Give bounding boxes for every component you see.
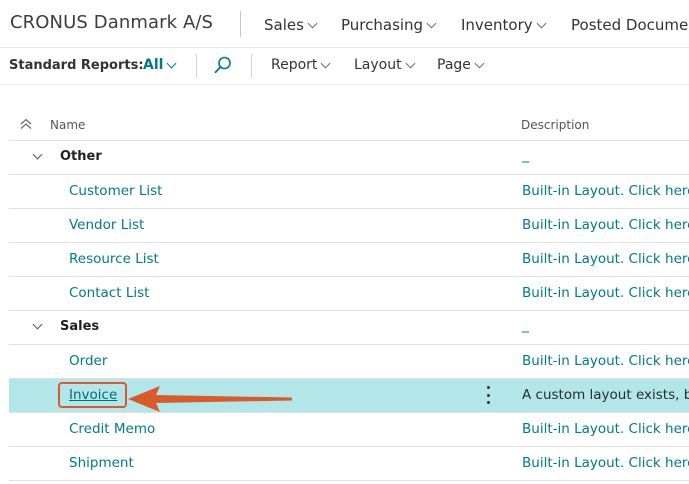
group-row-other[interactable]: Other _ bbox=[9, 141, 689, 175]
report-description[interactable]: Built-in Layout. Click here to bbox=[522, 455, 689, 471]
report-name-link[interactable]: Resource List bbox=[69, 251, 159, 267]
chevron-down-icon bbox=[474, 58, 485, 68]
company-name[interactable]: CRONUS Danmark A/S bbox=[10, 12, 213, 33]
report-menu[interactable]: Report bbox=[271, 57, 331, 73]
nav-sales[interactable]: Sales bbox=[264, 16, 318, 34]
search-icon[interactable] bbox=[213, 55, 233, 75]
group-row-sales[interactable]: Sales _ bbox=[9, 311, 689, 345]
page-title: Standard Reports: bbox=[9, 58, 144, 73]
report-name-link[interactable]: Customer List bbox=[69, 183, 162, 199]
group-description: _ bbox=[522, 317, 529, 333]
toolbar-divider bbox=[251, 54, 252, 78]
chevron-down-icon bbox=[536, 18, 547, 28]
nav-inventory[interactable]: Inventory bbox=[461, 16, 547, 34]
report-description[interactable]: Built-in Layout. Click here to bbox=[522, 421, 689, 437]
view-filter-dropdown[interactable]: All bbox=[143, 57, 177, 73]
chevron-down-icon[interactable] bbox=[32, 149, 43, 160]
report-menu-label: Report bbox=[271, 57, 318, 73]
view-filter-label: All bbox=[143, 57, 164, 73]
column-header-name[interactable]: Name bbox=[50, 118, 85, 132]
layout-menu[interactable]: Layout bbox=[354, 57, 416, 73]
page-menu[interactable]: Page bbox=[437, 57, 485, 73]
report-description[interactable]: Built-in Layout. Click here to bbox=[522, 251, 689, 267]
chevron-down-icon bbox=[166, 58, 177, 68]
collapse-all-icon[interactable] bbox=[19, 117, 33, 131]
group-description: _ bbox=[522, 147, 529, 163]
chevron-down-icon bbox=[426, 18, 437, 28]
report-description[interactable]: Built-in Layout. Click here to bbox=[522, 353, 689, 369]
group-name: Other bbox=[60, 149, 102, 164]
report-description[interactable]: Built-in Layout. Click here to bbox=[522, 285, 689, 301]
callout-highlight-box bbox=[58, 382, 127, 408]
report-name-link[interactable]: Contact List bbox=[69, 285, 149, 301]
table-row[interactable]: Shipment Built-in Layout. Click here to bbox=[9, 447, 689, 481]
report-description[interactable]: A custom layout exists, but bbox=[522, 387, 689, 403]
page-menu-label: Page bbox=[437, 57, 471, 73]
report-description[interactable]: Built-in Layout. Click here to bbox=[522, 217, 689, 233]
report-name-link[interactable]: Credit Memo bbox=[69, 421, 155, 437]
column-header-description[interactable]: Description bbox=[521, 118, 589, 132]
chevron-down-icon bbox=[405, 58, 416, 68]
nav-label: Posted Documen bbox=[571, 16, 689, 34]
more-vertical-icon[interactable] bbox=[485, 386, 491, 404]
nav-label: Inventory bbox=[461, 16, 533, 34]
table-row[interactable]: Order Built-in Layout. Click here to bbox=[9, 345, 689, 379]
top-navigation-bar: CRONUS Danmark A/S Sales Purchasing Inve… bbox=[0, 0, 689, 48]
arrow-left-icon bbox=[128, 386, 292, 412]
table-row[interactable]: Customer List Built-in Layout. Click her… bbox=[9, 175, 689, 209]
toolbar-divider bbox=[196, 54, 197, 78]
report-name-link[interactable]: Order bbox=[69, 353, 107, 369]
table-row[interactable]: Vendor List Built-in Layout. Click here … bbox=[9, 209, 689, 243]
report-name-link[interactable]: Vendor List bbox=[69, 217, 144, 233]
report-name-link[interactable]: Shipment bbox=[69, 455, 134, 471]
nav-label: Sales bbox=[264, 16, 304, 34]
chevron-down-icon[interactable] bbox=[32, 319, 43, 330]
nav-purchasing[interactable]: Purchasing bbox=[341, 16, 437, 34]
action-toolbar: Standard Reports: All Report Layout Page bbox=[0, 48, 689, 85]
group-name: Sales bbox=[60, 319, 100, 334]
nav-posted-documents[interactable]: Posted Documen bbox=[571, 16, 689, 34]
nav-divider bbox=[240, 11, 241, 37]
layout-menu-label: Layout bbox=[354, 57, 402, 73]
table-row[interactable]: Resource List Built-in Layout. Click her… bbox=[9, 243, 689, 277]
table-row-selected[interactable]: Invoice A custom layout exists, but bbox=[9, 379, 689, 413]
table-row[interactable]: Contact List Built-in Layout. Click here… bbox=[9, 277, 689, 311]
chevron-down-icon bbox=[320, 58, 331, 68]
nav-label: Purchasing bbox=[341, 16, 424, 34]
table-row[interactable]: Credit Memo Built-in Layout. Click here … bbox=[9, 413, 689, 447]
chevron-down-icon bbox=[307, 18, 318, 28]
report-description[interactable]: Built-in Layout. Click here to bbox=[522, 183, 689, 199]
table-header: Name Description bbox=[9, 108, 689, 141]
